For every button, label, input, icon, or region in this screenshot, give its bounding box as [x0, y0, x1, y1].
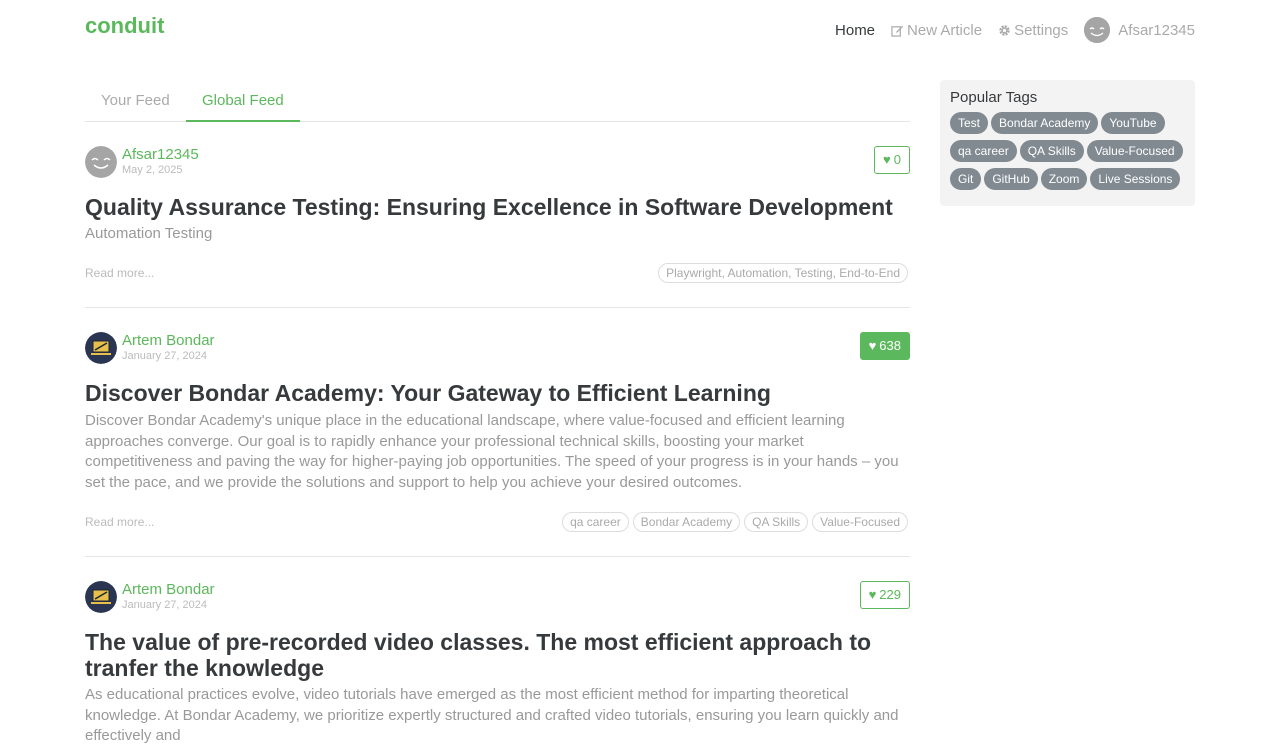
article-date: January 27, 2024 [122, 350, 208, 362]
nav-settings[interactable]: Settings [998, 22, 1068, 39]
article-tag-list: Playwright, Automation, Testing, End-to-… [658, 263, 908, 283]
tag-pill[interactable]: Value-Focused [1086, 140, 1183, 162]
favorite-button[interactable]: ♥ 638 [859, 332, 910, 360]
author-name[interactable]: Artem Bondar [122, 581, 215, 598]
nav-home[interactable]: Home [835, 22, 875, 39]
article-preview: Afsar12345 May 2, 2025 ♥ 0 Quality Assur… [85, 146, 910, 308]
article-description: As educational practices evolve, video t… [85, 686, 899, 745]
tab-your-feed[interactable]: Your Feed [85, 80, 186, 122]
article-description: Discover Bondar Academy's unique place i… [85, 412, 899, 492]
nav-home-label: Home [835, 21, 876, 39]
nav-profile[interactable]: Afsar12345 [1084, 17, 1195, 43]
user-avatar [1084, 17, 1111, 43]
favorite-button[interactable]: ♥ 0 [874, 146, 910, 174]
tag-pill[interactable]: QA Skills [1019, 140, 1084, 162]
heart-icon: ♥ [883, 152, 891, 167]
tag-pill[interactable]: Bondar Academy [991, 112, 1099, 134]
tag-pill[interactable]: Zoom [1040, 168, 1088, 190]
tag-list: Test Bondar Academy YouTube qa career QA… [950, 112, 1185, 190]
article-description: Automation Testing [85, 225, 213, 242]
article-tag: Playwright, Automation, Testing, End-to-… [658, 263, 908, 283]
nav-new-article[interactable]: New Article [891, 22, 982, 39]
article-tag-list: qa career Bondar Academy QA Skills Value… [562, 512, 908, 532]
nav-new-article-label: New Article [907, 21, 983, 39]
tag-pill[interactable]: YouTube [1101, 112, 1165, 134]
article-title[interactable]: Quality Assurance Testing: Ensuring Exce… [85, 194, 910, 220]
article-title[interactable]: Discover Bondar Academy: Your Gateway to… [85, 380, 910, 406]
tag-pill[interactable]: Live Sessions [1090, 168, 1181, 190]
favorite-count: 0 [893, 152, 901, 167]
article-title[interactable]: The value of pre-recorded video classes.… [85, 629, 910, 681]
compose-icon [891, 25, 904, 37]
article-tag: Value-Focused [812, 512, 908, 532]
feed-toggle: Your Feed Global Feed [85, 80, 910, 122]
nav-username: Afsar12345 [1118, 21, 1195, 39]
author-avatar[interactable] [85, 332, 117, 364]
tag-pill[interactable]: GitHub [984, 168, 1038, 190]
article-preview: Artem Bondar January 27, 2024 ♥ 229 The … [85, 581, 910, 744]
author-name[interactable]: Afsar12345 [122, 146, 199, 163]
favorite-count: 638 [879, 338, 901, 353]
tag-pill[interactable]: Test [950, 112, 989, 134]
read-more-link[interactable]: Read more... [85, 266, 154, 280]
article-tag: qa career [562, 512, 629, 532]
tab-global-feed[interactable]: Global Feed [186, 80, 300, 122]
heart-icon: ♥ [868, 587, 877, 602]
main-nav: Home New Article Settings Afsar12345 [835, 17, 1195, 43]
tag-pill[interactable]: Git [950, 168, 982, 190]
tag-pill[interactable]: qa career [950, 140, 1017, 162]
popular-tags-sidebar: Popular Tags Test Bondar Academy YouTube… [940, 80, 1195, 206]
author-name[interactable]: Artem Bondar [122, 332, 215, 349]
favorite-button[interactable]: ♥ 229 [859, 581, 910, 609]
article-tag: QA Skills [744, 512, 809, 532]
author-avatar[interactable] [85, 581, 117, 613]
read-more-link[interactable]: Read more... [85, 515, 154, 529]
favorite-count: 229 [879, 587, 901, 602]
gear-icon [999, 24, 1010, 36]
author-avatar[interactable] [85, 146, 117, 178]
article-preview: Artem Bondar January 27, 2024 ♥ 638 Disc… [85, 332, 910, 557]
sidebar-title: Popular Tags [950, 89, 1038, 106]
brand-logo[interactable]: conduit [85, 13, 164, 39]
article-date: January 27, 2024 [122, 599, 208, 611]
article-tag: Bondar Academy [632, 512, 741, 532]
article-date: May 2, 2025 [122, 164, 183, 176]
navbar: conduit Home New Article Settings Afsar1… [0, 0, 1280, 56]
nav-settings-label: Settings [1014, 21, 1069, 39]
heart-icon: ♥ [868, 338, 877, 353]
